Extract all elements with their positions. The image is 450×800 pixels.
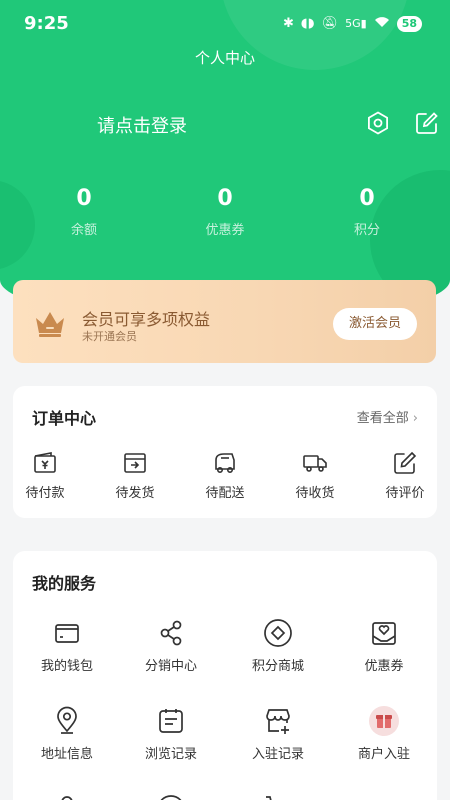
- battery-indicator: 58: [396, 15, 422, 32]
- signal-icon: 5G▮: [345, 17, 367, 30]
- stat-value: 0: [359, 186, 375, 211]
- service-distribution-center[interactable]: 分销中心: [131, 617, 211, 674]
- service-label: 分销中心: [144, 659, 197, 674]
- settings-icon[interactable]: [365, 110, 391, 136]
- order-item-label: 待发货: [115, 486, 155, 501]
- location-pin-icon: [57, 706, 77, 734]
- vip-title: 会员可享多项权益: [82, 310, 211, 329]
- status-bar: 9:25 ✱ ◖◗ 🔕︎ 5G▮ 58: [0, 0, 450, 48]
- delivery-van-icon: [215, 453, 235, 473]
- service-label: 浏览记录: [144, 747, 197, 762]
- stat-coupons[interactable]: 0 优惠券: [175, 186, 275, 238]
- service-label: 入驻记录: [251, 747, 304, 762]
- login-link[interactable]: 请点击登录: [97, 112, 187, 138]
- stat-label: 积分: [353, 223, 380, 238]
- service-label: 商户入驻: [357, 747, 410, 762]
- stat-label: 优惠券: [205, 223, 245, 238]
- coupon-heart-icon: [372, 622, 396, 645]
- profile-header: 9:25 ✱ ◖◗ 🔕︎ 5G▮ 58 个人中心 请点击登录 0 余额 0 优惠…: [0, 0, 450, 320]
- view-all-orders-link[interactable]: 查看全部 ›: [357, 407, 418, 426]
- wallet-yuan-icon: [34, 452, 56, 473]
- service-label: 地址信息: [40, 747, 93, 762]
- bluetooth-icon: ✱: [282, 16, 294, 31]
- status-time: 9:25: [24, 13, 69, 34]
- status-icons: ✱ ◖◗ 🔕︎ 5G▮ 58: [283, 15, 422, 32]
- service-label: 我的钱包: [40, 659, 93, 674]
- service-partial-item[interactable]: [27, 793, 107, 800]
- stat-label: 余额: [70, 223, 97, 238]
- order-item-label: 待配送: [205, 486, 245, 501]
- service-address-info[interactable]: 地址信息: [27, 705, 107, 762]
- pencil-edit-icon: [394, 451, 417, 474]
- truck-icon: [303, 455, 327, 472]
- service-label: 积分商城: [251, 659, 304, 674]
- store-add-icon: [266, 709, 290, 734]
- order-pending-review[interactable]: 待评价: [373, 450, 437, 501]
- edit-profile-icon[interactable]: [414, 110, 440, 136]
- vip-banner[interactable]: 会员可享多项权益 未开通会员 激活会员: [13, 280, 436, 363]
- wifi-icon: [374, 15, 390, 32]
- order-pending-shipment[interactable]: 待发货: [103, 450, 167, 501]
- chevron-right-icon: ›: [412, 411, 418, 426]
- diamond-circle-icon: [264, 619, 292, 647]
- crown-icon: [33, 306, 67, 340]
- order-pending-delivery[interactable]: 待配送: [193, 450, 257, 501]
- stat-points[interactable]: 0 积分: [317, 186, 417, 238]
- order-pending-receipt[interactable]: 待收货: [283, 450, 347, 501]
- order-pending-payment[interactable]: 待付款: [13, 450, 77, 501]
- service-merchant-onboarding[interactable]: 商户入驻: [344, 705, 424, 762]
- cart-icon: [266, 796, 272, 800]
- service-browsing-history[interactable]: 浏览记录: [131, 705, 211, 762]
- activate-vip-button[interactable]: 激活会员: [333, 308, 417, 340]
- order-item-label: 待付款: [25, 486, 65, 501]
- service-coupons[interactable]: 优惠券: [344, 617, 424, 674]
- order-item-label: 待评价: [385, 486, 425, 501]
- stat-value: 0: [76, 186, 92, 211]
- vip-subtitle: 未开通会员: [82, 330, 137, 343]
- order-center-title: 订单中心: [32, 409, 97, 428]
- share-icon: [160, 620, 182, 646]
- view-all-label: 查看全部: [356, 411, 409, 426]
- user-icon: [61, 796, 73, 800]
- service-points-mall[interactable]: 积分商城: [238, 617, 318, 674]
- page-title: 个人中心: [194, 49, 255, 67]
- my-services-card: 我的服务 我的钱包 分销中心 积分商城 优惠券 地址信息 浏览记录 入驻记录 商…: [13, 551, 437, 800]
- history-list-icon: [159, 709, 183, 733]
- service-label: 优惠券: [364, 659, 404, 674]
- order-item-label: 待收货: [295, 486, 335, 501]
- mute-bell-icon: 🔕︎: [321, 16, 339, 31]
- my-services-title: 我的服务: [32, 574, 97, 593]
- order-center-card: 订单中心 查看全部 › 待付款 待发货 待配送 待收货 待评价: [13, 386, 437, 518]
- service-my-wallet[interactable]: 我的钱包: [27, 617, 107, 674]
- service-partial-item[interactable]: [131, 793, 211, 800]
- stat-value: 0: [217, 186, 233, 211]
- merchant-gift-icon: [369, 706, 399, 736]
- circle-icon: [160, 795, 182, 800]
- decorative-circle: [0, 180, 35, 270]
- box-out-icon: [124, 453, 146, 473]
- stat-balance[interactable]: 0 余额: [34, 186, 134, 238]
- service-settlement-records[interactable]: 入驻记录: [238, 705, 318, 762]
- headphones-icon: ◖◗: [300, 16, 315, 31]
- service-partial-item[interactable]: [238, 793, 318, 800]
- wallet-icon: [55, 624, 79, 643]
